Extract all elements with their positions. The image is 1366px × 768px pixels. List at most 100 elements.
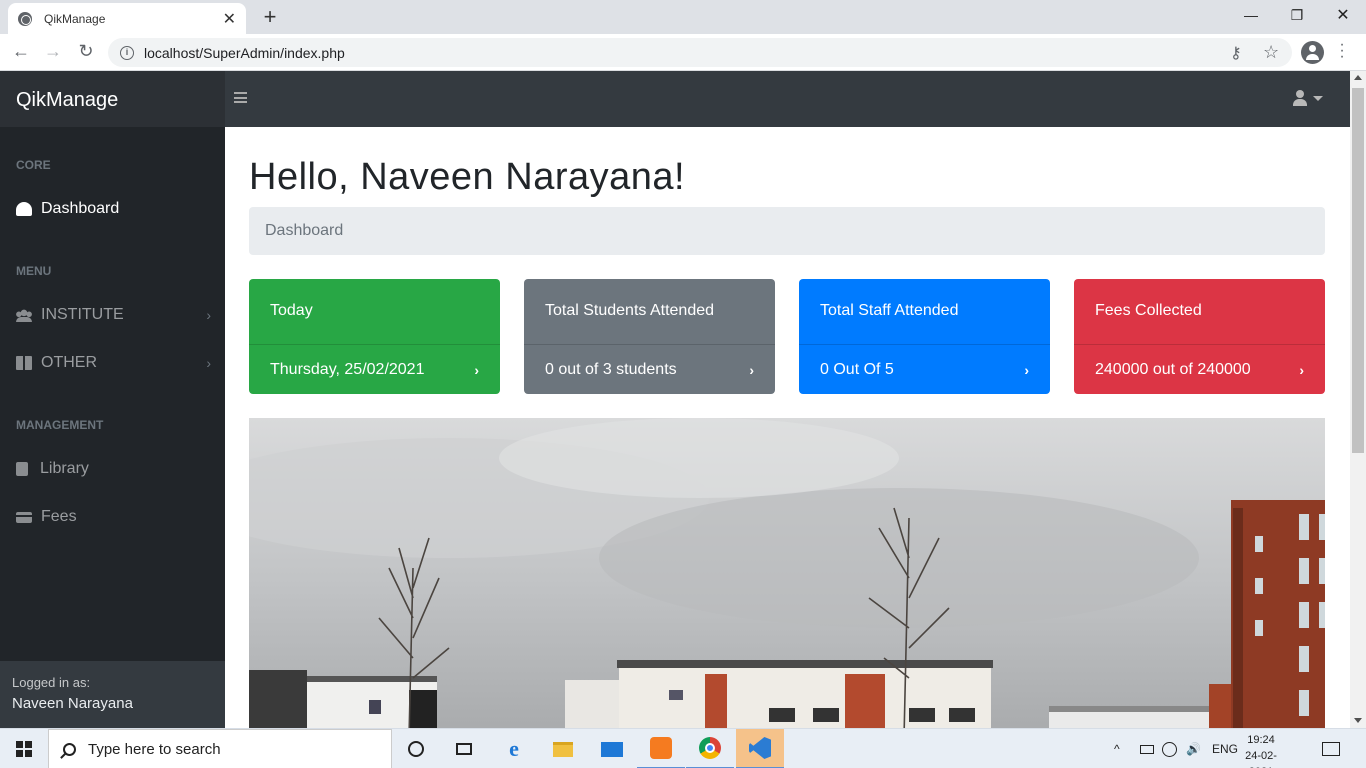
sidebar-item-institute[interactable]: INSTITUTE › xyxy=(16,306,211,324)
mail-icon[interactable] xyxy=(588,729,636,768)
key-icon[interactable]: ⚷ xyxy=(1230,38,1242,67)
tab-close-icon[interactable]: ✕ xyxy=(223,9,236,29)
card-staff-attended: Total Staff Attended 0 Out Of 5 › xyxy=(799,279,1050,394)
sidebar-item-dashboard[interactable]: Dashboard xyxy=(16,200,211,218)
chevron-right-icon: › xyxy=(749,361,754,378)
card-value: Thursday, 25/02/2021 xyxy=(270,360,425,378)
vscode-icon[interactable] xyxy=(736,729,784,768)
breadcrumb: Dashboard xyxy=(249,207,1325,255)
campus-photo xyxy=(249,418,1325,728)
forward-button[interactable]: → xyxy=(41,41,65,63)
task-view-icon[interactable] xyxy=(440,729,488,768)
sidebar-item-library[interactable]: Library xyxy=(16,460,211,478)
page-scrollbar[interactable] xyxy=(1350,71,1366,728)
logged-in-user: Naveen Narayana xyxy=(12,695,133,712)
reload-button[interactable]: ↻ xyxy=(74,41,98,63)
card-footer-link[interactable]: 0 out of 3 students › xyxy=(524,344,775,394)
taskbar-search-input[interactable]: Type here to search xyxy=(48,729,392,768)
card-value: 240000 out of 240000 xyxy=(1095,360,1251,378)
card-footer-link[interactable]: Thursday, 25/02/2021 › xyxy=(249,344,500,394)
profile-avatar-icon[interactable] xyxy=(1301,41,1324,64)
dashboard-gauge-icon xyxy=(16,202,32,216)
main-content: Hello, Naveen Narayana! Dashboard Today … xyxy=(225,127,1350,728)
new-tab-button[interactable]: + xyxy=(258,4,282,30)
clock-date: 24-02-2021 xyxy=(1245,750,1277,768)
search-icon xyxy=(63,742,76,756)
scroll-up-arrow-icon[interactable] xyxy=(1354,75,1362,80)
clock-time: 19:24 xyxy=(1247,734,1275,746)
card-title: Total Students Attended xyxy=(545,302,715,319)
book-open-icon xyxy=(16,356,32,370)
card-footer-link[interactable]: 0 Out Of 5 › xyxy=(799,344,1050,394)
bookmark-star-icon[interactable]: ☆ xyxy=(1263,38,1279,67)
app-navbar: QikManage xyxy=(0,71,1350,127)
brand[interactable]: QikManage xyxy=(0,71,225,127)
sidebar-item-label: INSTITUTE xyxy=(41,306,124,323)
back-button[interactable]: ← xyxy=(9,41,33,63)
campus-photo-drawing xyxy=(249,418,1325,728)
sidebar-item-label: Dashboard xyxy=(41,200,120,217)
file-explorer-icon[interactable] xyxy=(539,729,587,768)
battery-icon[interactable] xyxy=(1140,729,1154,768)
tab-title: QikManage xyxy=(44,11,106,26)
windows-logo-icon xyxy=(16,741,32,757)
network-globe-icon[interactable] xyxy=(1162,729,1177,768)
sidebar: CORE Dashboard MENU INSTITUTE › OTHER › … xyxy=(0,127,225,728)
minimize-button[interactable]: — xyxy=(1228,0,1274,30)
browser-tab-strip: QikManage ✕ + — ❐ ✕ xyxy=(0,0,1366,34)
browser-tab[interactable]: QikManage ✕ xyxy=(8,3,246,34)
users-icon xyxy=(16,308,32,322)
chevron-right-icon: › xyxy=(474,361,479,378)
caret-down-icon xyxy=(1313,95,1323,101)
card-fees-collected: Fees Collected 240000 out of 240000 › xyxy=(1074,279,1325,394)
sidebar-item-fees[interactable]: Fees xyxy=(16,508,211,526)
user-icon xyxy=(1292,90,1308,106)
chevron-right-icon: › xyxy=(1299,361,1304,378)
sidebar-item-label: Library xyxy=(40,460,89,477)
info-icon[interactable]: i xyxy=(120,45,134,60)
notifications-icon[interactable] xyxy=(1322,729,1340,768)
browser-toolbar: ← → ↻ i localhost/SuperAdmin/index.php ⚷… xyxy=(0,34,1366,71)
language-indicator[interactable]: ENG xyxy=(1212,729,1238,768)
restore-button[interactable]: ❐ xyxy=(1274,0,1320,30)
card-footer-link[interactable]: 240000 out of 240000 › xyxy=(1074,344,1325,394)
sidebar-heading-menu: MENU xyxy=(16,264,52,278)
sidebar-heading-management: MANAGEMENT xyxy=(16,418,104,432)
card-students-attended: Total Students Attended 0 out of 3 stude… xyxy=(524,279,775,394)
scroll-down-arrow-icon[interactable] xyxy=(1354,718,1362,723)
taskbar-clock[interactable]: 19:24 24-02-2021 xyxy=(1236,732,1286,768)
chrome-icon[interactable] xyxy=(686,729,734,768)
card-value: 0 out of 3 students xyxy=(545,360,677,378)
card-title: Fees Collected xyxy=(1095,302,1202,319)
xampp-icon[interactable] xyxy=(637,729,685,768)
card-title: Today xyxy=(270,302,313,319)
sidebar-item-label: OTHER xyxy=(41,354,97,371)
card-value: 0 Out Of 5 xyxy=(820,360,894,378)
chevron-right-icon: › xyxy=(1024,361,1029,378)
window-close-button[interactable]: ✕ xyxy=(1320,0,1366,30)
windows-taskbar: Type here to search e ^ 🔊 ENG 19:24 24-0… xyxy=(0,728,1366,768)
sidebar-toggle-icon[interactable] xyxy=(234,92,247,103)
sidebar-footer: Logged in as: Naveen Narayana xyxy=(0,661,225,728)
browser-menu-icon[interactable]: · · · xyxy=(1337,37,1347,65)
volume-icon[interactable]: 🔊 xyxy=(1186,729,1201,768)
search-placeholder: Type here to search xyxy=(88,740,221,758)
credit-card-icon xyxy=(16,511,32,523)
sidebar-item-other[interactable]: OTHER › xyxy=(16,354,211,372)
card-title: Total Staff Attended xyxy=(820,302,959,319)
address-bar[interactable]: i localhost/SuperAdmin/index.php ⚷ ☆ xyxy=(108,38,1292,67)
book-icon xyxy=(16,462,28,476)
url-text: localhost/SuperAdmin/index.php xyxy=(144,44,345,61)
logged-in-label: Logged in as: xyxy=(12,675,91,690)
page-title: Hello, Naveen Narayana! xyxy=(249,156,686,198)
sidebar-item-label: Fees xyxy=(41,508,77,525)
tray-chevron-icon[interactable]: ^ xyxy=(1114,729,1120,768)
user-menu-dropdown[interactable] xyxy=(1292,90,1323,106)
start-button[interactable] xyxy=(0,729,48,768)
sidebar-heading-core: CORE xyxy=(16,158,51,172)
scrollbar-thumb[interactable] xyxy=(1352,88,1364,453)
globe-icon xyxy=(18,11,32,26)
edge-icon[interactable]: e xyxy=(490,729,538,768)
cortana-icon[interactable] xyxy=(392,729,440,768)
chevron-right-icon: › xyxy=(206,307,211,323)
